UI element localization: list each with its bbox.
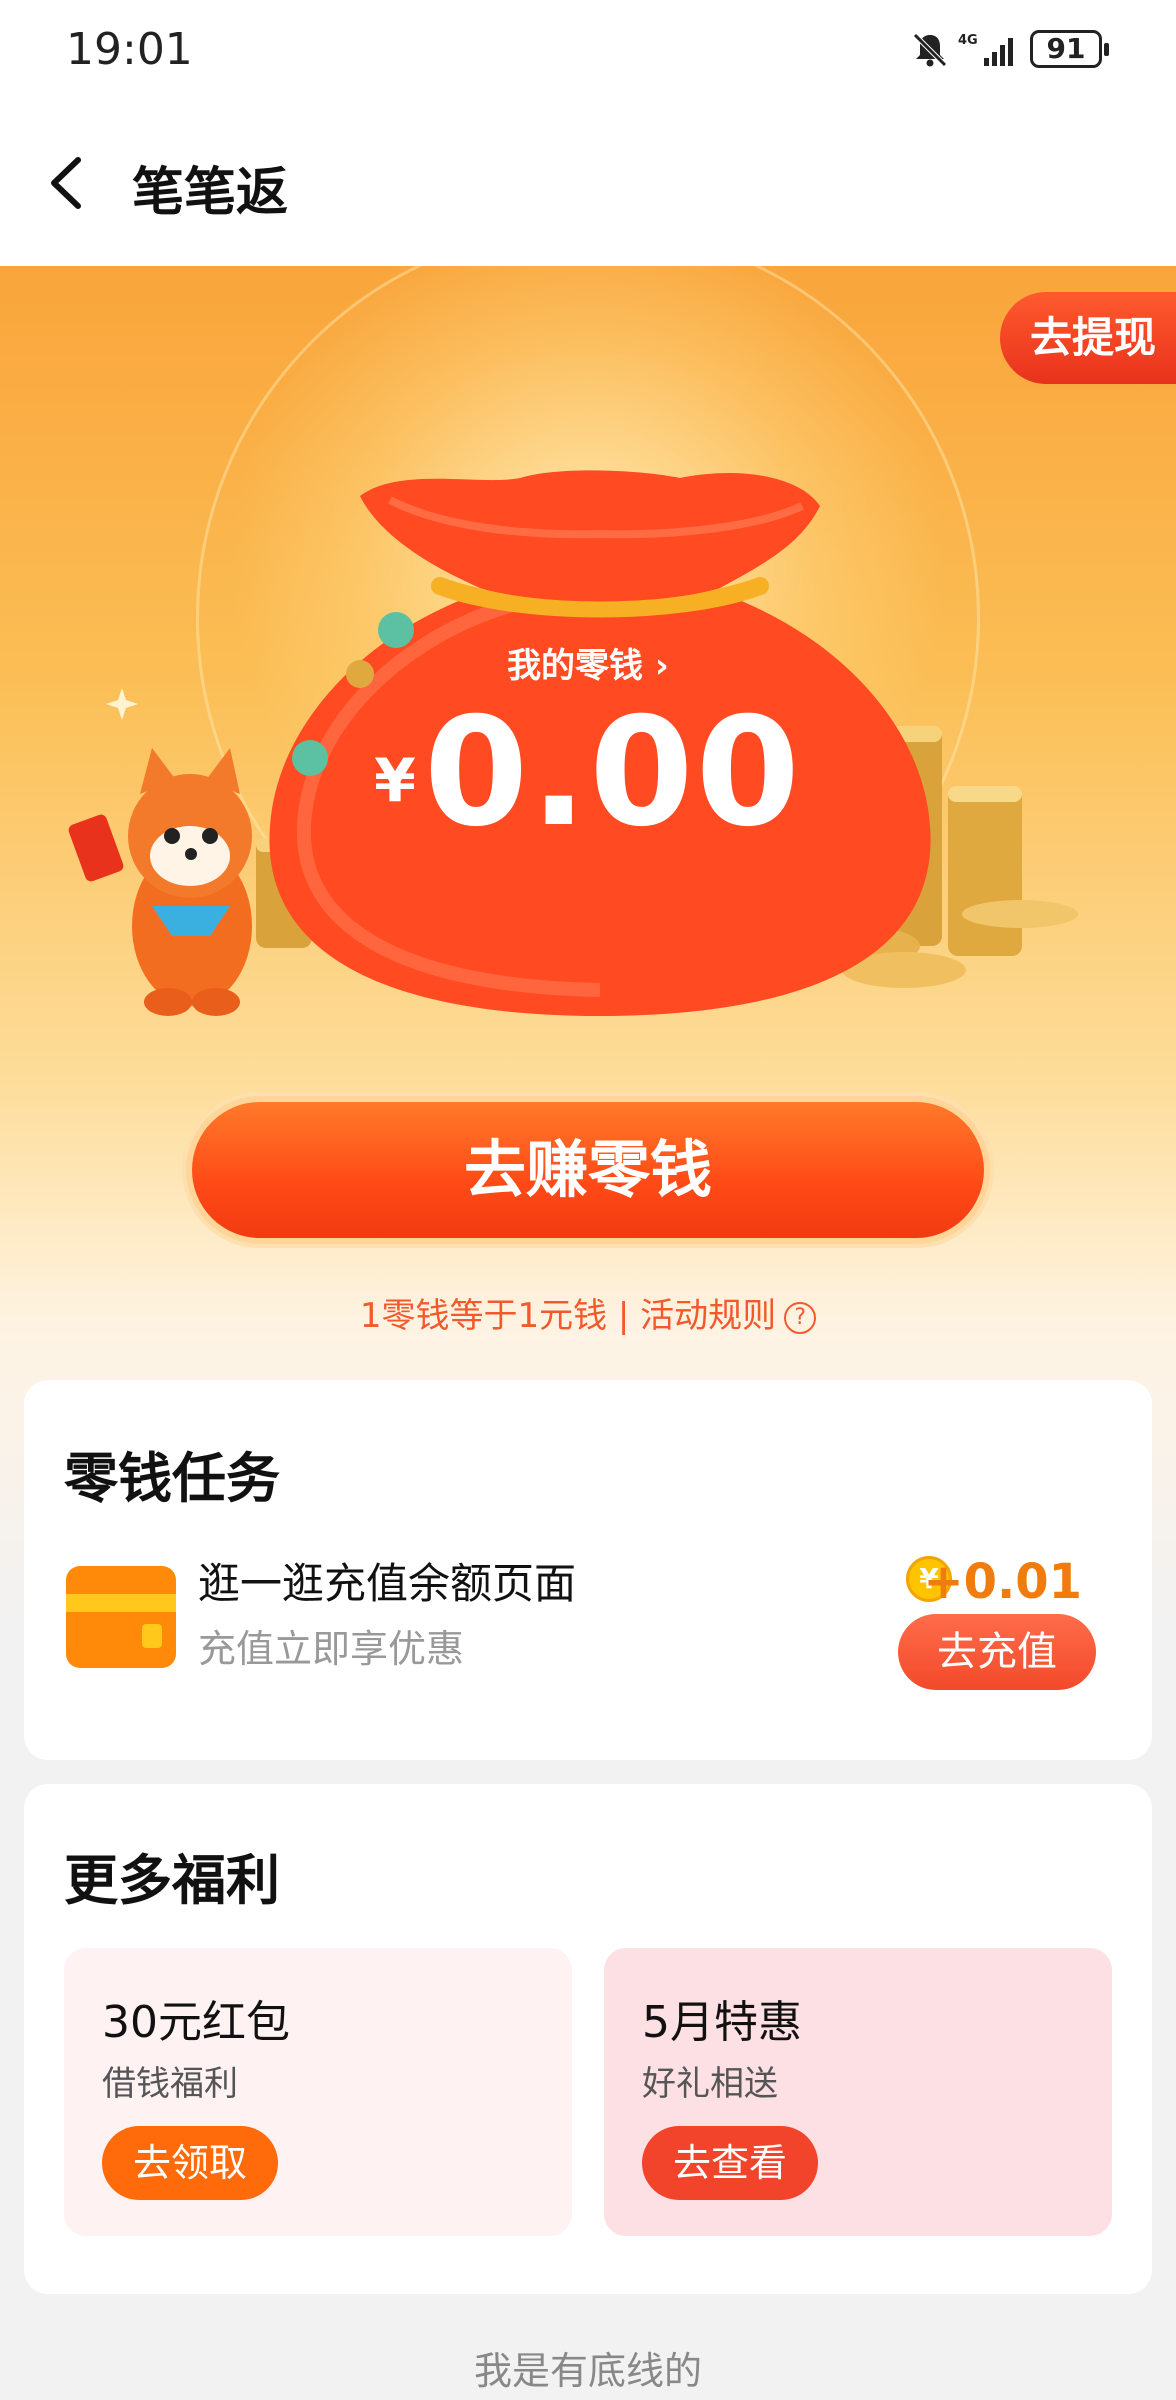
withdraw-button[interactable]: 去提现: [1000, 292, 1176, 384]
benefit-title: 5月特惠: [642, 1997, 802, 2048]
card-icon: [66, 1566, 176, 1668]
benefit-subtitle: 借钱福利: [102, 2064, 238, 2104]
change-tasks-card: 零钱任务 逛一逛充值余额页面 充值立即享优惠 ¥ +0.01 去充值: [24, 1380, 1152, 1760]
balance-amount: ¥0.00: [0, 686, 1176, 860]
my-change-label: 我的零钱: [507, 646, 644, 686]
rule-text: 1零钱等于1元钱 | 活动规则: [359, 1296, 777, 1336]
chevron-right-icon: ›: [654, 646, 669, 686]
muted-bell-icon: [913, 33, 947, 67]
benefit-title: 30元红包: [102, 1997, 290, 2048]
page-title: 笔笔返: [132, 163, 289, 223]
recharge-button[interactable]: 去充值: [898, 1614, 1096, 1690]
balance-value: 0.00: [423, 686, 802, 860]
back-arrow-icon[interactable]: [40, 150, 100, 216]
battery-indicator: 91: [1030, 30, 1109, 68]
task-reward: +0.01: [923, 1554, 1082, 1610]
signal-icon: 4G: [958, 33, 1013, 66]
claim-button[interactable]: 去领取: [102, 2126, 278, 2200]
clock: 19:01: [66, 24, 193, 75]
view-button[interactable]: 去查看: [642, 2126, 818, 2200]
earn-change-button[interactable]: 去赚零钱: [186, 1096, 990, 1244]
card-title: 更多福利: [64, 1849, 280, 1912]
card-title: 零钱任务: [64, 1447, 280, 1510]
end-of-list-text: 我是有底线的: [473, 2349, 702, 2393]
currency-symbol: ¥: [374, 746, 416, 816]
my-change-link[interactable]: 我的零钱 ›: [0, 638, 1176, 687]
more-benefits-card: 更多福利 30元红包 借钱福利 去领取 5月特惠 好礼相送 去查看: [24, 1784, 1152, 2294]
rule-link[interactable]: 1零钱等于1元钱 | 活动规则?: [0, 1288, 1176, 1337]
benefit-may-special[interactable]: 5月特惠 好礼相送 去查看: [604, 1948, 1112, 2236]
benefit-subtitle: 好礼相送: [642, 2064, 778, 2104]
status-bar: 19:01 4G 91: [0, 0, 1176, 100]
task-subtitle: 充值立即享优惠: [198, 1627, 465, 1671]
network-type-label: 4G: [958, 33, 978, 48]
benefit-red-packet[interactable]: 30元红包 借钱福利 去领取: [64, 1948, 572, 2236]
task-name: 逛一逛充值余额页面: [198, 1559, 577, 1608]
nav-bar: 笔笔返: [0, 100, 1176, 266]
question-icon: ?: [784, 1301, 817, 1334]
